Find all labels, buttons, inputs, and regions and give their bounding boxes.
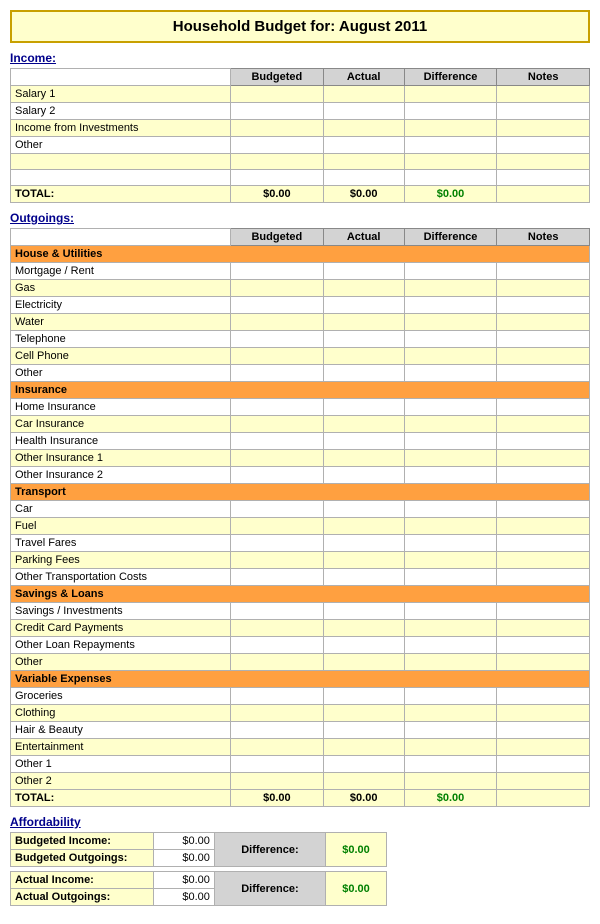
outgoings-row: Other Insurance 2 xyxy=(11,467,590,484)
income-section-label: Income: xyxy=(10,51,590,65)
outgoings-row: Other Loan Repayments xyxy=(11,637,590,654)
budgeted-diff-label: Difference: xyxy=(214,833,325,867)
income-row: Other xyxy=(11,137,590,154)
outgoings-row: Other Insurance 1 xyxy=(11,450,590,467)
income-row: Income from Investments xyxy=(11,120,590,137)
outgoings-row: Clothing xyxy=(11,705,590,722)
outgoings-row: Credit Card Payments xyxy=(11,620,590,637)
income-col-notes: Notes xyxy=(497,69,590,86)
outgoings-section-label: Outgoings: xyxy=(10,211,590,225)
income-row: Salary 2 xyxy=(11,103,590,120)
income-col-difference: Difference xyxy=(404,69,497,86)
outgoings-category-header: Savings & Loans xyxy=(11,586,590,603)
income-col-actual: Actual xyxy=(323,69,404,86)
income-col-label xyxy=(11,69,231,86)
actual-outgoings-val: $0.00 xyxy=(153,889,214,906)
budgeted-income-label: Budgeted Income: xyxy=(11,833,154,850)
actual-diff-val: $0.00 xyxy=(325,872,386,906)
outgoings-row: Savings / Investments xyxy=(11,603,590,620)
budgeted-diff-val: $0.00 xyxy=(325,833,386,867)
outgoings-row: Other 1 xyxy=(11,756,590,773)
income-header-row: Budgeted Actual Difference Notes xyxy=(11,69,590,86)
outgoings-row: Electricity xyxy=(11,297,590,314)
income-total-row: TOTAL:$0.00$0.00$0.00 xyxy=(11,186,590,203)
outgoings-col-difference: Difference xyxy=(404,229,497,246)
outgoings-col-notes: Notes xyxy=(497,229,590,246)
actual-outgoings-label: Actual Outgoings: xyxy=(11,889,154,906)
outgoings-row: Car Insurance xyxy=(11,416,590,433)
outgoings-category-header: Transport xyxy=(11,484,590,501)
afford-actual-income-row: Actual Income: $0.00 Difference: $0.00 xyxy=(11,872,387,889)
outgoings-row: Hair & Beauty xyxy=(11,722,590,739)
outgoings-row: Car xyxy=(11,501,590,518)
budgeted-outgoings-label: Budgeted Outgoings: xyxy=(11,850,154,867)
affordability-section-label: Affordability xyxy=(10,815,590,829)
outgoings-row: Water xyxy=(11,314,590,331)
outgoings-row: Other 2 xyxy=(11,773,590,790)
outgoings-category-header: Insurance xyxy=(11,382,590,399)
income-table: Budgeted Actual Difference Notes Salary … xyxy=(10,68,590,203)
actual-diff-label: Difference: xyxy=(214,872,325,906)
outgoings-row: Parking Fees xyxy=(11,552,590,569)
outgoings-row: Cell Phone xyxy=(11,348,590,365)
income-row: Salary 1 xyxy=(11,86,590,103)
outgoings-category-header: Variable Expenses xyxy=(11,671,590,688)
outgoings-row: Other xyxy=(11,654,590,671)
actual-income-label: Actual Income: xyxy=(11,872,154,889)
outgoings-row: Telephone xyxy=(11,331,590,348)
income-row xyxy=(11,170,590,186)
afford-budgeted-income-row: Budgeted Income: $0.00 Difference: $0.00 xyxy=(11,833,387,850)
outgoings-category-header: House & Utilities xyxy=(11,246,590,263)
outgoings-col-actual: Actual xyxy=(323,229,404,246)
affordability-table: Budgeted Income: $0.00 Difference: $0.00… xyxy=(10,832,387,906)
outgoings-row: Home Insurance xyxy=(11,399,590,416)
budgeted-outgoings-val: $0.00 xyxy=(153,850,214,867)
outgoings-row: Fuel xyxy=(11,518,590,535)
budgeted-income-val: $0.00 xyxy=(153,833,214,850)
outgoings-row: Other xyxy=(11,365,590,382)
outgoings-table: Budgeted Actual Difference Notes House &… xyxy=(10,228,590,807)
outgoings-row: Other Transportation Costs xyxy=(11,569,590,586)
outgoings-row: Gas xyxy=(11,280,590,297)
actual-income-val: $0.00 xyxy=(153,872,214,889)
income-col-budgeted: Budgeted xyxy=(231,69,324,86)
outgoings-row: Entertainment xyxy=(11,739,590,756)
outgoings-col-budgeted: Budgeted xyxy=(231,229,324,246)
page-title: Household Budget for: August 2011 xyxy=(10,10,590,43)
outgoings-row: Mortgage / Rent xyxy=(11,263,590,280)
outgoings-row: Health Insurance xyxy=(11,433,590,450)
outgoings-header-row: Budgeted Actual Difference Notes xyxy=(11,229,590,246)
outgoings-total-row: TOTAL:$0.00$0.00$0.00 xyxy=(11,790,590,807)
outgoings-row: Travel Fares xyxy=(11,535,590,552)
outgoings-col-label xyxy=(11,229,231,246)
income-row xyxy=(11,154,590,170)
outgoings-row: Groceries xyxy=(11,688,590,705)
